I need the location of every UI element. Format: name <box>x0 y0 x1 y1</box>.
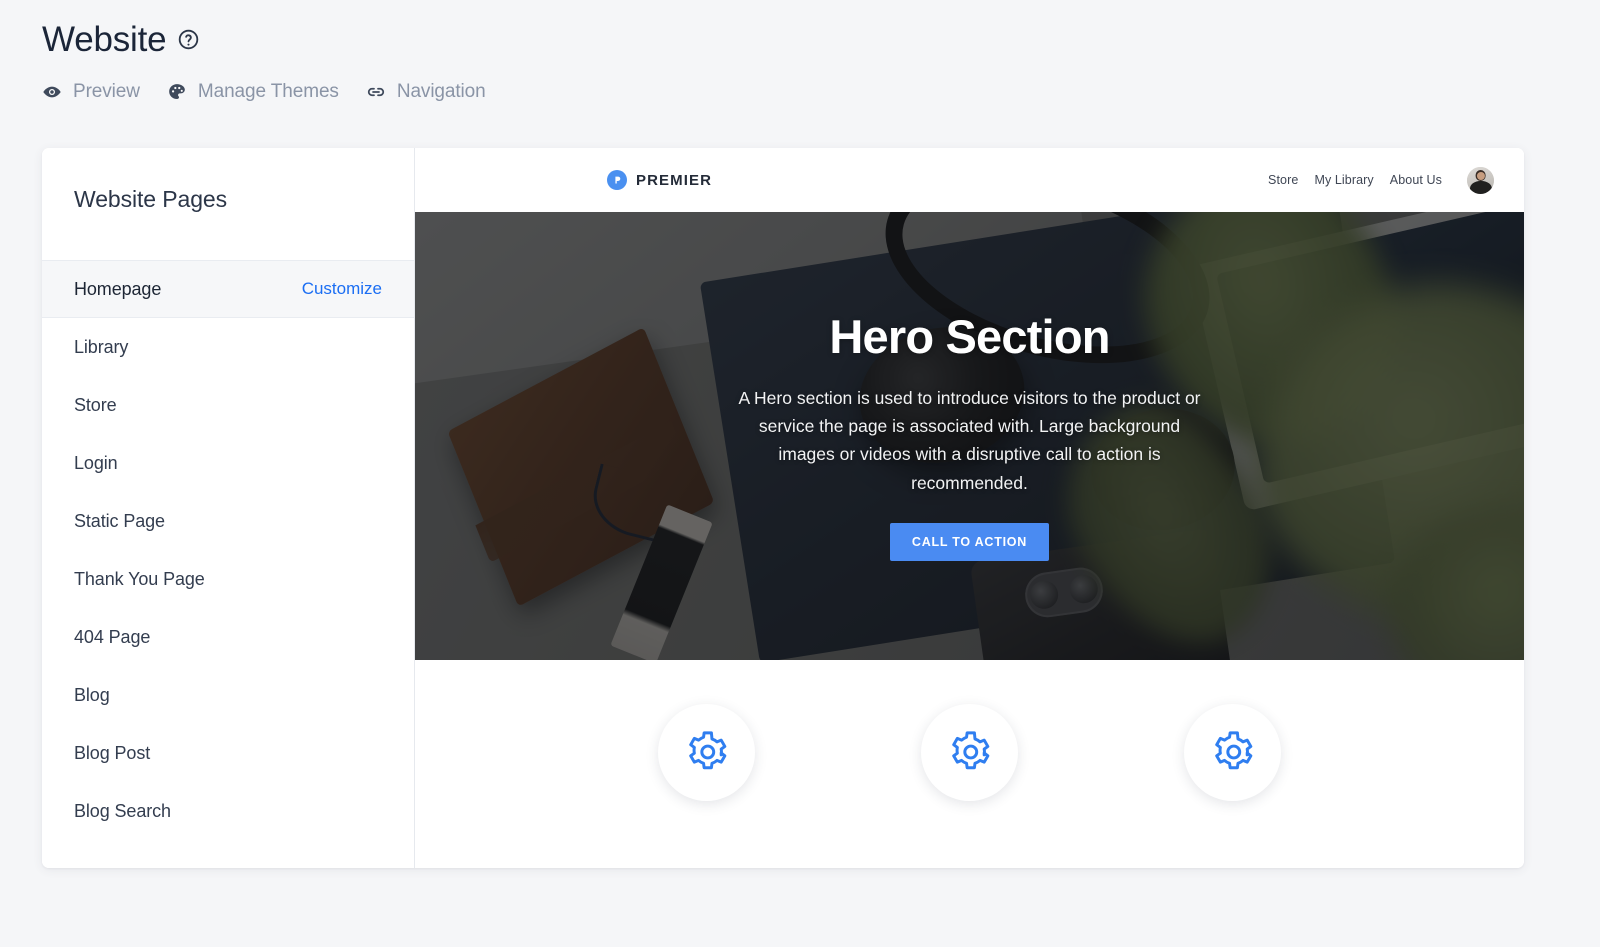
sidebar-item-label: Static Page <box>74 510 165 531</box>
sidebar-title: Website Pages <box>74 186 227 212</box>
nav-link-store[interactable]: Store <box>1268 173 1298 187</box>
preview-label: Preview <box>73 81 140 102</box>
sidebar-item-label: Library <box>74 336 129 357</box>
sidebar-item-blog[interactable]: Blog <box>42 666 414 724</box>
avatar[interactable] <box>1467 166 1494 194</box>
sidebar-item-label: Blog <box>74 684 110 705</box>
call-to-action-button[interactable]: CALL TO ACTION <box>889 523 1050 562</box>
header-toolbar: Preview Manage Themes Navigation <box>42 81 486 103</box>
eye-icon <box>42 82 62 102</box>
sidebar-item-label: 404 Page <box>74 626 151 647</box>
feature-item-2[interactable] <box>921 703 1018 801</box>
manage-themes-button[interactable]: Manage Themes <box>167 81 339 103</box>
gear-icon <box>684 729 730 775</box>
brand[interactable]: PREMIER <box>607 170 712 190</box>
nav-link-my-library[interactable]: My Library <box>1314 173 1373 187</box>
sidebar-item-blog-search[interactable]: Blog Search <box>42 782 414 840</box>
sidebar-item-thank-you-page[interactable]: Thank You Page <box>42 550 414 608</box>
feature-item-1[interactable] <box>658 703 755 801</box>
website-pages-sidebar: Website Pages Homepage Customize Library… <box>42 148 415 868</box>
hero-title: Hero Section <box>829 309 1110 363</box>
page-list: Homepage Customize Library Store Login S… <box>42 260 414 840</box>
page-title-row: Website <box>42 22 486 57</box>
navigation-button[interactable]: Navigation <box>366 81 486 103</box>
customize-link[interactable]: Customize <box>302 279 382 299</box>
palette-icon <box>167 82 187 102</box>
brand-name: PREMIER <box>636 171 713 189</box>
sidebar-item-library[interactable]: Library <box>42 318 414 376</box>
navigation-label: Navigation <box>396 81 486 102</box>
sidebar-item-label: Thank You Page <box>74 568 205 589</box>
sidebar-item-label: Login <box>74 452 118 473</box>
sidebar-item-login[interactable]: Login <box>42 434 414 492</box>
preview-button[interactable]: Preview <box>42 81 140 103</box>
sidebar-item-label: Blog Search <box>74 800 171 821</box>
gear-icon <box>1210 729 1256 775</box>
hero-subtitle: A Hero section is used to introduce visi… <box>738 387 1201 493</box>
website-preview-pane: PREMIER Store My Library About Us Hero S… <box>415 148 1524 868</box>
hero-content: Hero Section A Hero section is used to i… <box>415 309 1524 562</box>
sidebar-item-homepage[interactable]: Homepage Customize <box>42 260 414 318</box>
sidebar-item-store[interactable]: Store <box>42 376 414 434</box>
manage-themes-label: Manage Themes <box>197 81 339 102</box>
sidebar-item-label: Homepage <box>74 278 162 299</box>
sidebar-item-blog-post[interactable]: Blog Post <box>42 724 414 782</box>
sidebar-item-label: Store <box>74 394 117 415</box>
link-icon <box>366 82 386 102</box>
feature-icons-row <box>415 660 1524 868</box>
feature-item-3[interactable] <box>1184 703 1281 801</box>
website-pages-card: Website Pages Homepage Customize Library… <box>42 148 1524 868</box>
preview-site-nav: PREMIER Store My Library About Us <box>415 148 1524 212</box>
help-circle-icon[interactable] <box>177 28 200 51</box>
sidebar-item-static-page[interactable]: Static Page <box>42 492 414 550</box>
sidebar-item-label: Blog Post <box>74 742 151 763</box>
nav-link-about-us[interactable]: About Us <box>1390 173 1442 187</box>
preview-nav-links: Store My Library About Us <box>1268 166 1494 194</box>
premier-logo-icon <box>607 170 627 190</box>
gear-icon <box>947 729 993 775</box>
sidebar-item-404-page[interactable]: 404 Page <box>42 608 414 666</box>
page-title: Website <box>42 20 167 59</box>
hero-section: Hero Section A Hero section is used to i… <box>415 212 1524 660</box>
page-header: Website Preview Manage Themes Navigation <box>42 22 486 103</box>
